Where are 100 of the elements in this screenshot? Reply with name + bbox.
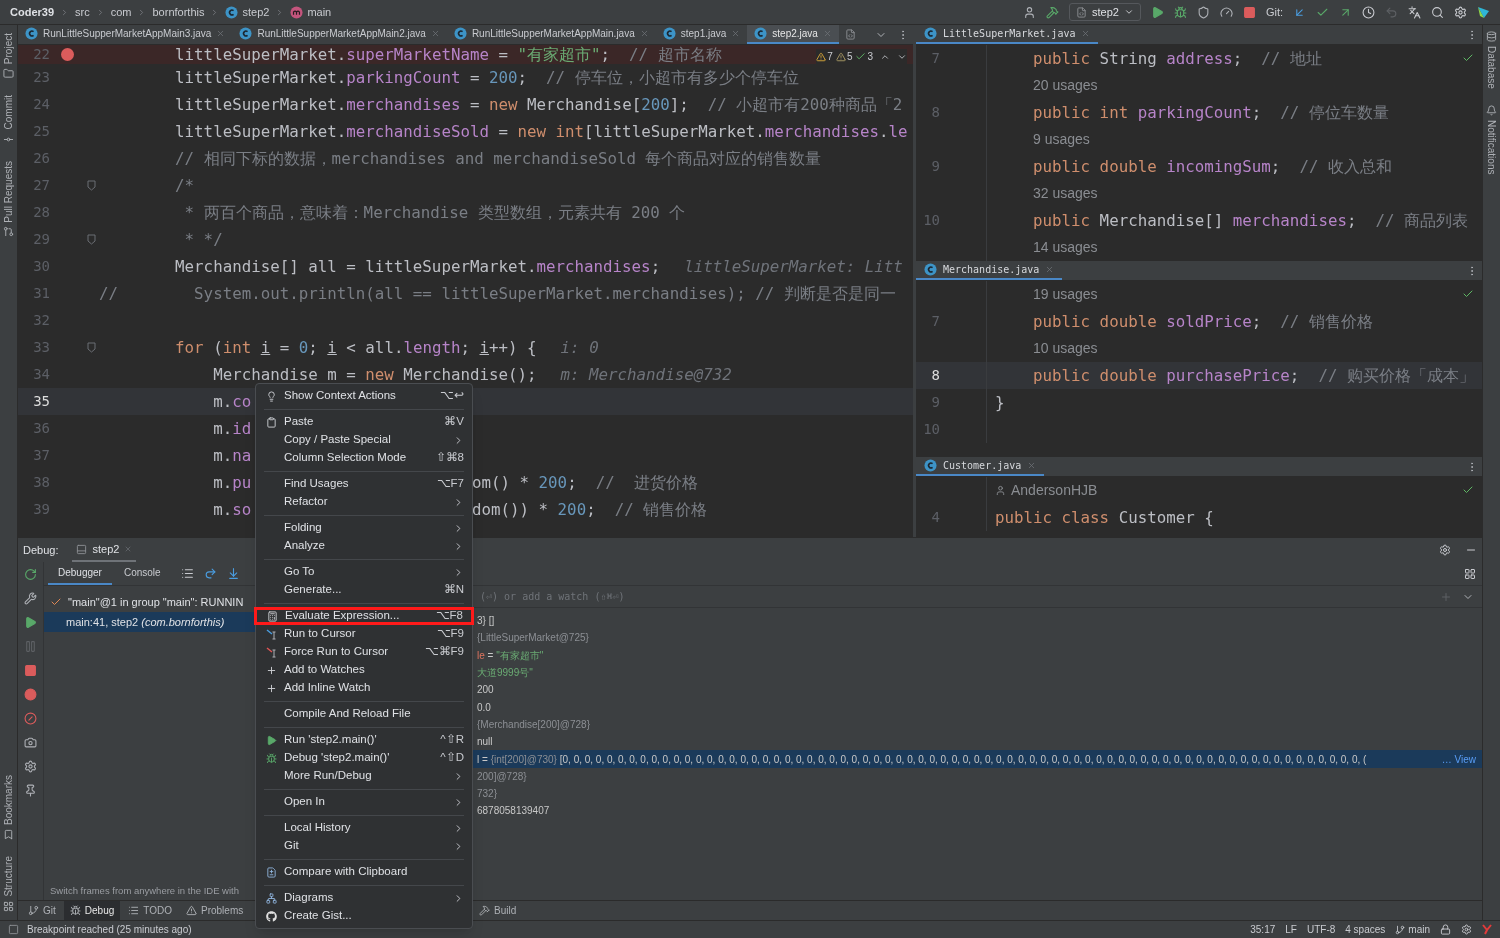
usages-hint[interactable]: 20 usages <box>1033 75 1098 96</box>
stop-icon[interactable] <box>24 664 37 677</box>
menu-item[interactable]: Compile And Reload File <box>256 705 472 723</box>
branch-widget[interactable]: main <box>1395 922 1430 937</box>
breadcrumb-item[interactable]: Coder39 <box>10 3 55 21</box>
close-icon[interactable] <box>639 29 649 38</box>
fold-icon[interactable] <box>87 342 96 353</box>
pin-icon[interactable] <box>24 784 37 797</box>
settings-icon[interactable] <box>1454 5 1467 19</box>
tool-window-tab[interactable]: Git <box>22 901 62 920</box>
usages-hint[interactable]: 10 usages <box>1033 338 1098 359</box>
lock-icon[interactable] <box>1440 924 1451 935</box>
menu-item[interactable]: Run 'step2.main()' ^⇧R <box>256 731 472 749</box>
menu-item[interactable]: Compare with Clipboard <box>256 863 472 881</box>
editor-tab[interactable]: RunLittleSupperMarketAppMain.java <box>446 25 656 44</box>
menu-item[interactable]: Find Usages ⌥F7 <box>256 475 472 493</box>
close-icon[interactable] <box>731 29 741 38</box>
stop-icon[interactable] <box>1242 5 1256 19</box>
hammer-icon[interactable] <box>1045 5 1059 19</box>
editor-tab[interactable]: RunLittleSupperMarketAppMain2.java <box>232 25 447 44</box>
variable-row[interactable]: null <box>472 733 1482 751</box>
panel-tab[interactable]: Console <box>113 562 171 585</box>
rerun-icon[interactable] <box>24 568 37 581</box>
camera-icon[interactable] <box>24 736 37 749</box>
resume-icon[interactable] <box>24 616 37 629</box>
tool-window-button[interactable]: Database <box>1484 31 1499 89</box>
menu-item[interactable]: Evaluate Expression... ⌥F8 <box>254 607 474 625</box>
variable-row[interactable] <box>472 750 1482 768</box>
breakpoints-icon[interactable] <box>24 688 37 701</box>
usages-hint[interactable]: 9 usages <box>1033 129 1090 150</box>
usages-hint[interactable]: 19 usages <box>1033 284 1098 305</box>
run-configuration-dropdown[interactable]: step2 <box>1068 3 1141 21</box>
status-item[interactable]: 4 spaces <box>1345 922 1386 937</box>
run-icon[interactable] <box>1150 5 1164 19</box>
usages-hint[interactable]: 14 usages <box>1033 237 1098 258</box>
variable-row[interactable]: 200 <box>472 681 1482 699</box>
status-item[interactable]: UTF-8 <box>1306 922 1336 937</box>
editor-tab[interactable]: step2.java <box>747 25 839 44</box>
breadcrumb-item[interactable]: bornforthis <box>152 3 205 21</box>
list-icon[interactable] <box>180 567 194 580</box>
coverage-icon[interactable] <box>1196 5 1210 19</box>
menu-item[interactable]: Paste ⌘V <box>256 413 472 431</box>
tool-window-button[interactable]: Pull Requests <box>1 160 16 238</box>
breadcrumb-item[interactable]: main <box>307 3 332 21</box>
mute-breakpoints-icon[interactable] <box>24 712 37 725</box>
menu-item[interactable]: Copy / Paste Special <box>256 431 472 449</box>
step-into-icon[interactable] <box>226 567 240 580</box>
settings-icon[interactable] <box>1439 544 1451 556</box>
editor-tab[interactable]: RunLittleSupperMarketAppMain3.java <box>18 25 233 44</box>
menu-item[interactable]: Create Gist... <box>256 907 472 925</box>
close-icon[interactable] <box>1027 461 1037 470</box>
fold-icon[interactable] <box>87 180 96 191</box>
variable-row[interactable]: 6878058139407 <box>472 802 1482 820</box>
close-icon[interactable] <box>1081 29 1091 38</box>
fold-icon[interactable] <box>87 234 96 245</box>
settings-icon[interactable] <box>1461 924 1472 935</box>
variable-row[interactable]: 0.0 <box>472 698 1482 716</box>
status-item[interactable]: 35:17 <box>1250 922 1276 937</box>
panel-toggle-icon[interactable] <box>8 924 19 935</box>
tool-window-button[interactable]: Bookmarks <box>1 775 16 841</box>
file-icon[interactable] <box>844 29 856 40</box>
menu-item[interactable]: Diagrams <box>256 889 472 907</box>
editor-tab[interactable]: step1.java <box>655 25 748 44</box>
tool-window-button[interactable]: Structure <box>1 856 16 912</box>
variable-row[interactable]: 3} [] <box>472 612 1482 630</box>
breadcrumb-item[interactable]: step2 <box>242 3 270 21</box>
menu-item[interactable]: Add to Watches <box>256 661 472 679</box>
tool-window-button[interactable]: Commit <box>1 95 16 145</box>
tool-window-tab[interactable]: Problems <box>179 901 250 920</box>
menu-item[interactable]: Debug 'step2.main()' ^⇧D <box>256 749 472 767</box>
breadcrumb-item[interactable]: src <box>75 3 90 21</box>
breadcrumb-item[interactable]: com <box>110 3 132 21</box>
app-logo-icon[interactable] <box>1477 5 1490 19</box>
menu-item[interactable]: Analyze <box>256 537 472 555</box>
wrench-icon[interactable] <box>24 592 37 605</box>
close-icon[interactable] <box>1045 265 1055 274</box>
menu-item[interactable]: Force Run to Cursor ⌥⌘F9 <box>256 643 472 661</box>
menu-item[interactable]: Add Inline Watch <box>256 679 472 697</box>
panel-tab[interactable]: Debugger <box>48 562 112 585</box>
tool-window-button[interactable]: Notifications <box>1484 104 1499 175</box>
usages-hint[interactable]: 32 usages <box>1033 183 1098 204</box>
step-over-icon[interactable] <box>203 567 217 580</box>
tool-window-tab[interactable]: Build <box>473 901 523 920</box>
search-icon[interactable] <box>1431 5 1444 19</box>
variable-row[interactable]: le = "有家超市" <box>472 646 1482 664</box>
profiler-icon[interactable] <box>1219 5 1233 19</box>
author-hint[interactable]: AndersonHJB <box>1011 480 1098 501</box>
menu-item[interactable]: Show Context Actions ⌥↩ <box>256 387 472 405</box>
menu-item[interactable]: Open In <box>256 793 472 811</box>
settings-icon[interactable] <box>24 760 37 773</box>
menu-item[interactable]: More Run/Debug <box>256 767 472 785</box>
history-icon[interactable] <box>1362 5 1375 19</box>
close-icon[interactable] <box>430 29 440 38</box>
plugin-logo-icon[interactable] <box>1482 924 1492 935</box>
tool-window-button[interactable]: Project <box>1 33 16 80</box>
menu-item[interactable]: Column Selection Mode ⇧⌘8 <box>256 449 472 467</box>
menu-item[interactable]: Refactor <box>256 493 472 511</box>
tool-window-tab[interactable]: TODO <box>122 901 178 920</box>
variable-row[interactable]: 大道9999号" <box>472 663 1482 682</box>
translate-icon[interactable] <box>1408 5 1421 19</box>
